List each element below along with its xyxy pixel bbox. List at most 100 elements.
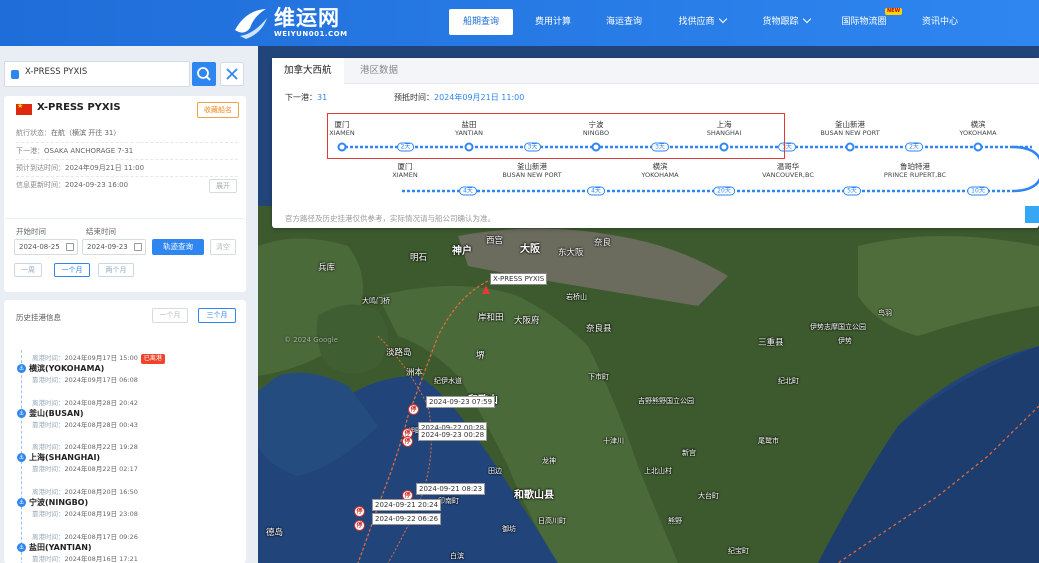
map-place-label: 西宫 xyxy=(486,236,504,246)
map-place-label: 伊势志摩国立公园 xyxy=(810,323,866,331)
map-view[interactable]: 加拿大西航 港区数据 下一港：31 预抵时间：2024年09月21日 11:00… xyxy=(258,46,1039,563)
eta-value: 2024年09月21日 11:00 xyxy=(65,164,145,172)
search-button[interactable] xyxy=(192,62,216,86)
map-place-label: 大阪府 xyxy=(514,316,540,326)
route-panel: 加拿大西航 港区数据 下一港：31 预抵时间：2024年09月21日 11:00… xyxy=(272,58,1039,228)
history-arrive-value: 2024年08月19日 23:08 xyxy=(64,510,138,518)
nav-cargo-tracking-label: 货物跟踪 xyxy=(762,17,799,27)
history-arrive-time: 靠港时间：2024年09月17日 06:08 xyxy=(32,374,138,384)
route-port-row2[interactable]: 厦门 XIAMEN xyxy=(392,162,417,180)
map-place-label: 奈良县 xyxy=(586,324,612,334)
history-port-name: 上海(SHANGHAI) xyxy=(29,453,101,462)
map-place-label: 洲本 xyxy=(406,368,424,378)
anchor-icon: ⚓ xyxy=(17,543,26,552)
route-port-en: BUSAN NEW PORT xyxy=(820,129,880,137)
anchor-icon: ⚓ xyxy=(17,409,26,418)
history-leave-value: 2024年08月20日 16:50 xyxy=(64,488,138,496)
map-place-label: 上北山村 xyxy=(644,467,672,475)
history-leave-label: 离港时间： xyxy=(32,533,65,541)
route-port-row2[interactable]: 鲁珀特港 PRINCE RUPERT,BC xyxy=(884,162,946,180)
ship-search-input[interactable] xyxy=(25,67,185,77)
map-place-label: 奈良 xyxy=(594,238,612,248)
route-port-cn: 横滨 xyxy=(970,120,986,129)
track-query-button[interactable]: 轨迹查询 xyxy=(152,239,204,255)
route-port-en: VANCOUVER,BC xyxy=(762,171,814,179)
track-time-label: 2024-09-23 00:28 xyxy=(418,429,488,441)
history-port[interactable]: ⚓ 上海(SHANGHAI) xyxy=(17,452,100,463)
history-leave-time: 离港时间：2024年08月17日 09:26 xyxy=(32,531,138,541)
route-port-cn: 釜山新港 xyxy=(516,162,547,171)
ship-name: X-PRESS PYXIS xyxy=(37,102,121,113)
close-icon xyxy=(226,68,238,80)
anchor-icon: ⚓ xyxy=(17,498,26,507)
map-place-label: 鸟羽 xyxy=(878,309,892,317)
anchor-icon: ⚓ xyxy=(17,453,26,462)
nav-news-center[interactable]: 资讯中心 xyxy=(912,9,968,35)
history-arrive-time: 靠港时间：2024年08月16日 17:21 xyxy=(32,553,138,563)
route-port-row2[interactable]: 横滨 YOKOHAMA xyxy=(641,162,678,180)
history-arrive-label: 靠港时间： xyxy=(32,421,65,429)
history-leave-value: 2024年08月17日 09:26 xyxy=(64,533,138,541)
history-arrive-time: 靠港时间：2024年08月19日 23:08 xyxy=(32,508,138,518)
side-tool-button[interactable] xyxy=(1025,206,1039,223)
favorite-ship-button[interactable]: 收藏船名 xyxy=(197,102,239,118)
start-date-field[interactable]: 2024-08-25 xyxy=(14,239,78,255)
history-port[interactable]: ⚓ 盐田(YANTIAN) xyxy=(17,542,92,553)
map-place-label: 大台町 xyxy=(698,492,719,500)
route-days-badge: 5天 xyxy=(843,186,861,196)
eta-label: 预计到达时间： xyxy=(16,164,65,172)
route-port-row2[interactable]: 温哥华 VANCOUVER,BC xyxy=(762,162,814,180)
nav-cost-calc[interactable]: 费用计算 xyxy=(523,9,583,35)
history-port[interactable]: ⚓ 宁波(NINGBO) xyxy=(17,497,88,508)
history-port[interactable]: ⚓ 横滨(YOKOHAMA) xyxy=(17,363,104,374)
updated-value: 2024-09-23 16:00 xyxy=(65,181,129,189)
range-one-month[interactable]: 一个月 xyxy=(152,308,188,323)
route-days-badge: 4天 xyxy=(587,186,605,196)
end-date-value: 2024-09-23 xyxy=(87,243,128,251)
track-time-label: 2024-09-21 20:24 xyxy=(372,499,442,511)
history-leave-label: 离港时间： xyxy=(32,399,65,407)
history-port[interactable]: ⚓ 釜山(BUSAN) xyxy=(17,408,84,419)
ship-search-box[interactable] xyxy=(4,61,190,87)
period-two-months[interactable]: 两个月 xyxy=(98,263,134,277)
route-port-en: YOKOHAMA xyxy=(959,129,997,137)
nav-freight-query[interactable]: 海运查询 xyxy=(594,9,654,35)
route-port-row1[interactable]: 横滨 YOKOHAMA xyxy=(959,120,996,138)
route-port-cn: 横滨 xyxy=(652,162,668,171)
track-point-icon[interactable]: 停 xyxy=(402,436,413,447)
map-place-label: 明石 xyxy=(410,253,428,263)
route-days-badge: 10天 xyxy=(967,186,989,196)
site-logo[interactable]: 维运网 WEIYUN001.COM xyxy=(232,4,348,42)
next-port-row: 下一港：OSAKA ANCHORAGE 7-31 xyxy=(16,142,238,156)
track-point-icon[interactable]: 停 xyxy=(354,520,365,531)
updated-row: 信息更新时间：2024-09-23 16:00 xyxy=(16,176,238,190)
period-one-month[interactable]: 一个月 xyxy=(54,263,90,277)
ship-position-icon[interactable] xyxy=(480,284,492,296)
left-sidebar: X-PRESS PYXIS 收藏船名 航行状态：在航（横滨 开往 31） 下一港… xyxy=(0,46,258,563)
route-days-badge: 2天 xyxy=(905,142,923,152)
clear-search-button[interactable] xyxy=(220,62,244,86)
map-place-label: 岩桥山 xyxy=(566,293,587,301)
nav-find-supplier-label: 找供应商 xyxy=(678,17,715,27)
map-watermark: © 2024 Google xyxy=(284,336,338,344)
track-point-icon[interactable]: 停 xyxy=(408,404,419,415)
period-one-week[interactable]: 一周 xyxy=(14,263,42,277)
start-date-value: 2024-08-25 xyxy=(19,243,60,251)
route-port-row2[interactable]: 釜山新港 BUSAN NEW PORT xyxy=(502,162,561,180)
nav-schedule-query[interactable]: 船期查询 xyxy=(449,9,513,35)
end-date-field[interactable]: 2024-09-23 xyxy=(82,239,146,255)
ship-map-label[interactable]: X-PRESS PYXIS xyxy=(490,273,548,285)
range-three-months[interactable]: 三个月 xyxy=(198,308,236,323)
history-leave-value: 2024年08月28日 20:42 xyxy=(64,399,138,407)
track-point-icon[interactable]: 停 xyxy=(354,506,365,517)
map-place-label: 熊野 xyxy=(668,517,682,525)
history-leave-time: 离港时间：2024年08月28日 20:42 xyxy=(32,397,138,407)
track-time-label: 2024-09-23 07:59 xyxy=(426,396,496,408)
clear-button[interactable]: 清空 xyxy=(210,239,236,255)
nav-find-supplier[interactable]: 找供应商 xyxy=(668,9,736,35)
route-port-row1[interactable]: 釜山新港 BUSAN NEW PORT xyxy=(820,120,879,138)
map-place-label: 新宫 xyxy=(682,449,696,457)
nav-cargo-tracking[interactable]: 货物跟踪 xyxy=(752,9,820,35)
map-place-label: 田边 xyxy=(488,467,502,475)
expand-button[interactable]: 展开 xyxy=(209,179,237,193)
